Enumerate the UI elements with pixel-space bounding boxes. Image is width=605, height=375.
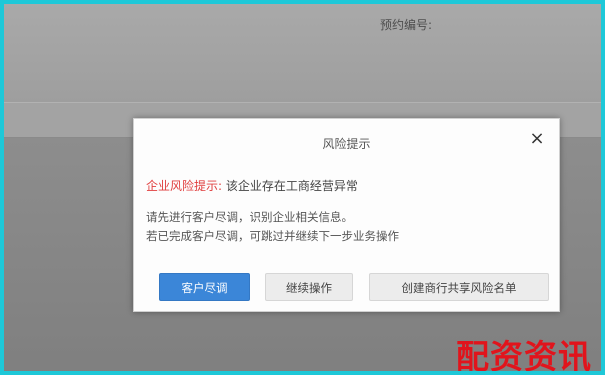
appointment-number-label: 预约编号: <box>380 18 433 32</box>
message-line-1: 请先进行客户尽调，识别企业相关信息。 <box>146 210 353 224</box>
risk-line: 企业风险提示: 该企业存在工商经营异常 <box>146 177 358 194</box>
risk-label: 企业风险提示: <box>146 179 223 193</box>
continue-button[interactable]: 继续操作 <box>265 273 353 301</box>
create-risk-list-button[interactable]: 创建商行共享风险名单 <box>369 273 549 301</box>
watermark-logo: 配资资讯 <box>456 337 592 375</box>
message-line-2: 若已完成客户尽调，可跳过并继续下一步业务操作 <box>146 229 399 243</box>
screenshot-frame: 预约编号: 风险提示 × 企业风险提示: 该企业存在工商经营异常 请先进行客户尽… <box>0 0 605 375</box>
risk-text: 该企业存在工商经营异常 <box>225 179 358 193</box>
background-top-area <box>4 4 601 104</box>
dialog-title: 风险提示 <box>322 137 371 151</box>
risk-warning-dialog: 风险提示 × 企业风险提示: 该企业存在工商经营异常 请先进行客户尽调，识别企业… <box>133 118 560 312</box>
due-diligence-button[interactable]: 客户尽调 <box>159 273 250 301</box>
close-icon[interactable]: × <box>529 130 545 148</box>
